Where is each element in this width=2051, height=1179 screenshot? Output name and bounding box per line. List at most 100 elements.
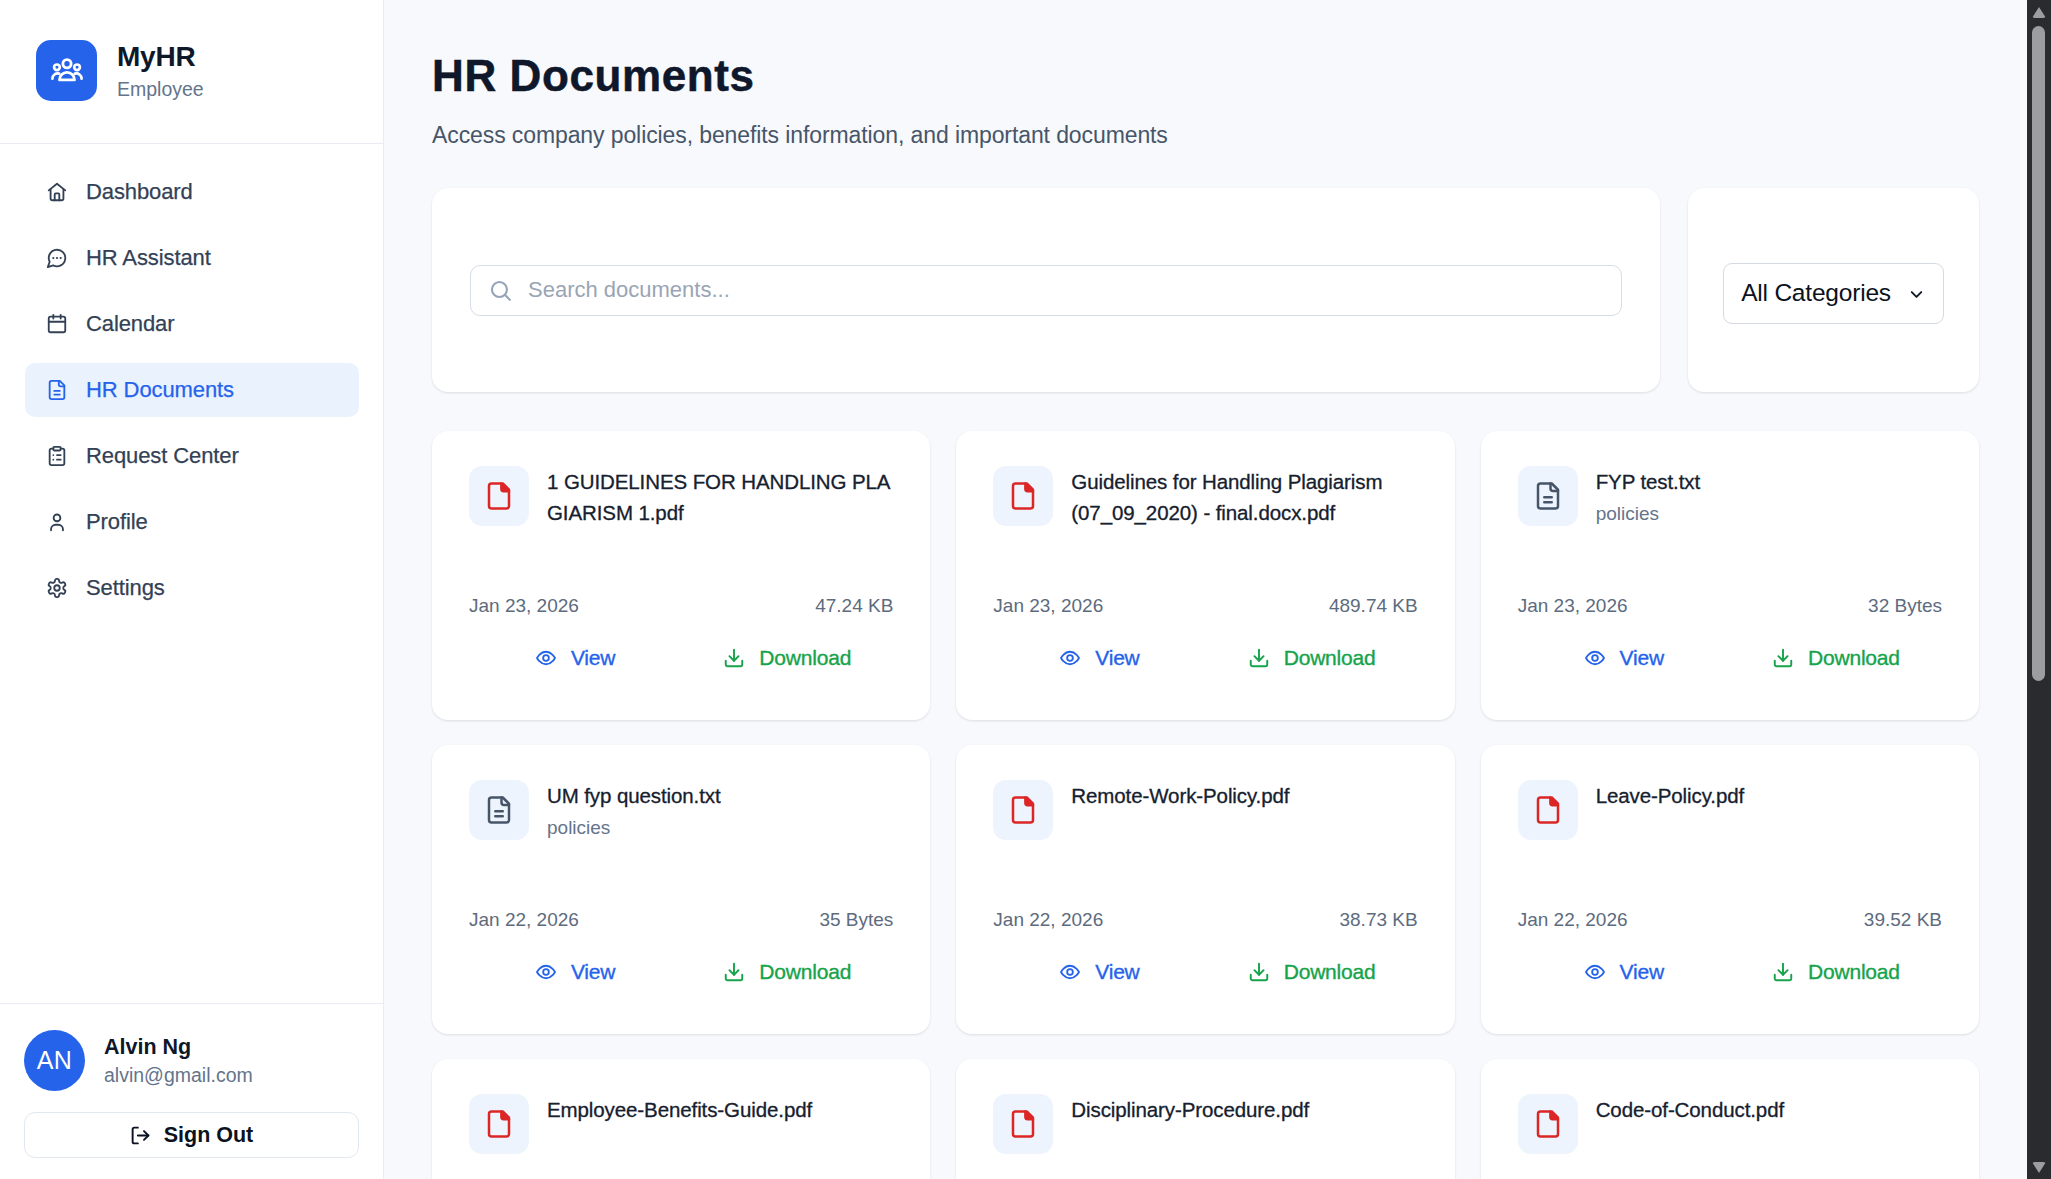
- document-date: Jan 23, 2026: [469, 593, 579, 619]
- document-card: Disciplinary-Procedure.pdf View Download: [956, 1059, 1454, 1179]
- download-label: Download: [759, 646, 851, 670]
- document-card: Guidelines for Handling Plagiarism (07_0…: [956, 431, 1454, 720]
- sidebar-item-settings[interactable]: Settings: [25, 561, 359, 615]
- document-size: 38.73 KB: [1339, 907, 1417, 933]
- sidebar-item-dashboard[interactable]: Dashboard: [25, 165, 359, 219]
- pdf-file-icon: [1518, 1094, 1578, 1154]
- document-card: Leave-Policy.pdf Jan 22, 2026 39.52 KB V…: [1481, 745, 1979, 1034]
- clipboard-icon: [46, 445, 68, 467]
- text-file-icon: [1518, 466, 1578, 526]
- category-select[interactable]: All Categories: [1723, 263, 1944, 324]
- users-icon: [50, 54, 84, 88]
- document-title: Remote-Work-Policy.pdf: [1071, 781, 1417, 812]
- home-icon: [46, 181, 68, 203]
- download-label: Download: [1808, 960, 1900, 984]
- download-button[interactable]: Download: [1206, 955, 1418, 989]
- scrollbar-thumb[interactable]: [2032, 26, 2045, 681]
- sidebar-item-profile[interactable]: Profile: [25, 495, 359, 549]
- pdf-file-icon: [993, 780, 1053, 840]
- scrollbar[interactable]: [2027, 0, 2051, 1179]
- download-icon: [1772, 961, 1794, 983]
- view-button[interactable]: View: [1518, 955, 1730, 989]
- avatar: AN: [24, 1030, 85, 1091]
- sidebar-item-label: Dashboard: [86, 179, 193, 205]
- page-title: HR Documents: [432, 49, 1979, 103]
- user-email: alvin@gmail.com: [104, 1063, 253, 1087]
- chevron-down-icon: [1907, 285, 1926, 304]
- view-button[interactable]: View: [993, 641, 1205, 675]
- download-button[interactable]: Download: [1206, 641, 1418, 675]
- view-label: View: [1095, 960, 1139, 984]
- app-role: Employee: [117, 77, 204, 101]
- view-button[interactable]: View: [469, 641, 681, 675]
- app-logo: [36, 40, 97, 101]
- download-button[interactable]: Download: [1730, 955, 1942, 989]
- sign-out-button[interactable]: Sign Out: [24, 1112, 359, 1158]
- pdf-file-icon: [1518, 780, 1578, 840]
- document-category: policies: [1596, 501, 1942, 527]
- download-button[interactable]: Download: [1730, 641, 1942, 675]
- document-date: Jan 22, 2026: [993, 907, 1103, 933]
- sidebar-item-calendar[interactable]: Calendar: [25, 297, 359, 351]
- search-input[interactable]: [470, 265, 1622, 316]
- scroll-down-icon[interactable]: [2027, 1155, 2051, 1179]
- eye-icon: [535, 961, 557, 983]
- category-select-value: All Categories: [1741, 279, 1891, 307]
- sidebar-item-label: Settings: [86, 575, 165, 601]
- eye-icon: [1584, 647, 1606, 669]
- eye-icon: [1059, 961, 1081, 983]
- sidebar-item-hr-assistant[interactable]: HR Assistant: [25, 231, 359, 285]
- view-label: View: [1095, 646, 1139, 670]
- sidebar-item-hr-documents[interactable]: HR Documents: [25, 363, 359, 417]
- download-button[interactable]: Download: [681, 955, 893, 989]
- document-size: 35 Bytes: [819, 907, 893, 933]
- app-logo-block: MyHR Employee: [0, 0, 383, 144]
- document-card: FYP test.txt policies Jan 23, 2026 32 By…: [1481, 431, 1979, 720]
- document-date: Jan 22, 2026: [469, 907, 579, 933]
- document-card: Code-of-Conduct.pdf View Download: [1481, 1059, 1979, 1179]
- download-icon: [723, 961, 745, 983]
- document-title: Disciplinary-Procedure.pdf: [1071, 1095, 1417, 1126]
- eye-icon: [535, 647, 557, 669]
- documents-grid: 1 GUIDELINES FOR HANDLING PLAGIARISM 1.p…: [432, 431, 1979, 1179]
- document-category: policies: [547, 815, 893, 841]
- view-label: View: [571, 960, 615, 984]
- document-title: UM fyp question.txt: [547, 781, 893, 812]
- sidebar: MyHR Employee Dashboard HR Assistant Cal…: [0, 0, 384, 1179]
- app-name: MyHR: [117, 40, 204, 74]
- view-button[interactable]: View: [1518, 641, 1730, 675]
- sidebar-item-request-center[interactable]: Request Center: [25, 429, 359, 483]
- document-date: Jan 22, 2026: [1518, 907, 1628, 933]
- view-button[interactable]: View: [469, 955, 681, 989]
- page-subtitle: Access company policies, benefits inform…: [432, 118, 1979, 152]
- eye-icon: [1059, 647, 1081, 669]
- document-title: Guidelines for Handling Plagiarism (07_0…: [1071, 467, 1389, 528]
- scroll-up-icon[interactable]: [2027, 0, 2051, 24]
- sign-out-label: Sign Out: [164, 1123, 254, 1148]
- document-size: 39.52 KB: [1864, 907, 1942, 933]
- document-date: Jan 23, 2026: [993, 593, 1103, 619]
- document-card: Employee-Benefits-Guide.pdf View Downloa…: [432, 1059, 930, 1179]
- download-label: Download: [1284, 646, 1376, 670]
- document-card: Remote-Work-Policy.pdf Jan 22, 2026 38.7…: [956, 745, 1454, 1034]
- view-label: View: [1620, 646, 1664, 670]
- view-button[interactable]: View: [993, 955, 1205, 989]
- pdf-file-icon: [469, 466, 529, 526]
- calendar-icon: [46, 313, 68, 335]
- download-label: Download: [759, 960, 851, 984]
- document-size: 489.74 KB: [1329, 593, 1418, 619]
- pdf-file-icon: [993, 1094, 1053, 1154]
- main-content: HR Documents Access company policies, be…: [384, 0, 2051, 1179]
- download-label: Download: [1808, 646, 1900, 670]
- view-label: View: [1620, 960, 1664, 984]
- sidebar-item-label: Calendar: [86, 311, 174, 337]
- download-button[interactable]: Download: [681, 641, 893, 675]
- logout-icon: [130, 1125, 164, 1146]
- document-size: 32 Bytes: [1868, 593, 1942, 619]
- user-name: Alvin Ng: [104, 1034, 253, 1061]
- document-size: 47.24 KB: [815, 593, 893, 619]
- document-title: 1 GUIDELINES FOR HANDLING PLAGIARISM 1.p…: [547, 467, 893, 528]
- user-block: AN Alvin Ng alvin@gmail.com Sign Out: [0, 1003, 383, 1179]
- download-icon: [1248, 647, 1270, 669]
- filter-row: All Categories: [432, 188, 1979, 392]
